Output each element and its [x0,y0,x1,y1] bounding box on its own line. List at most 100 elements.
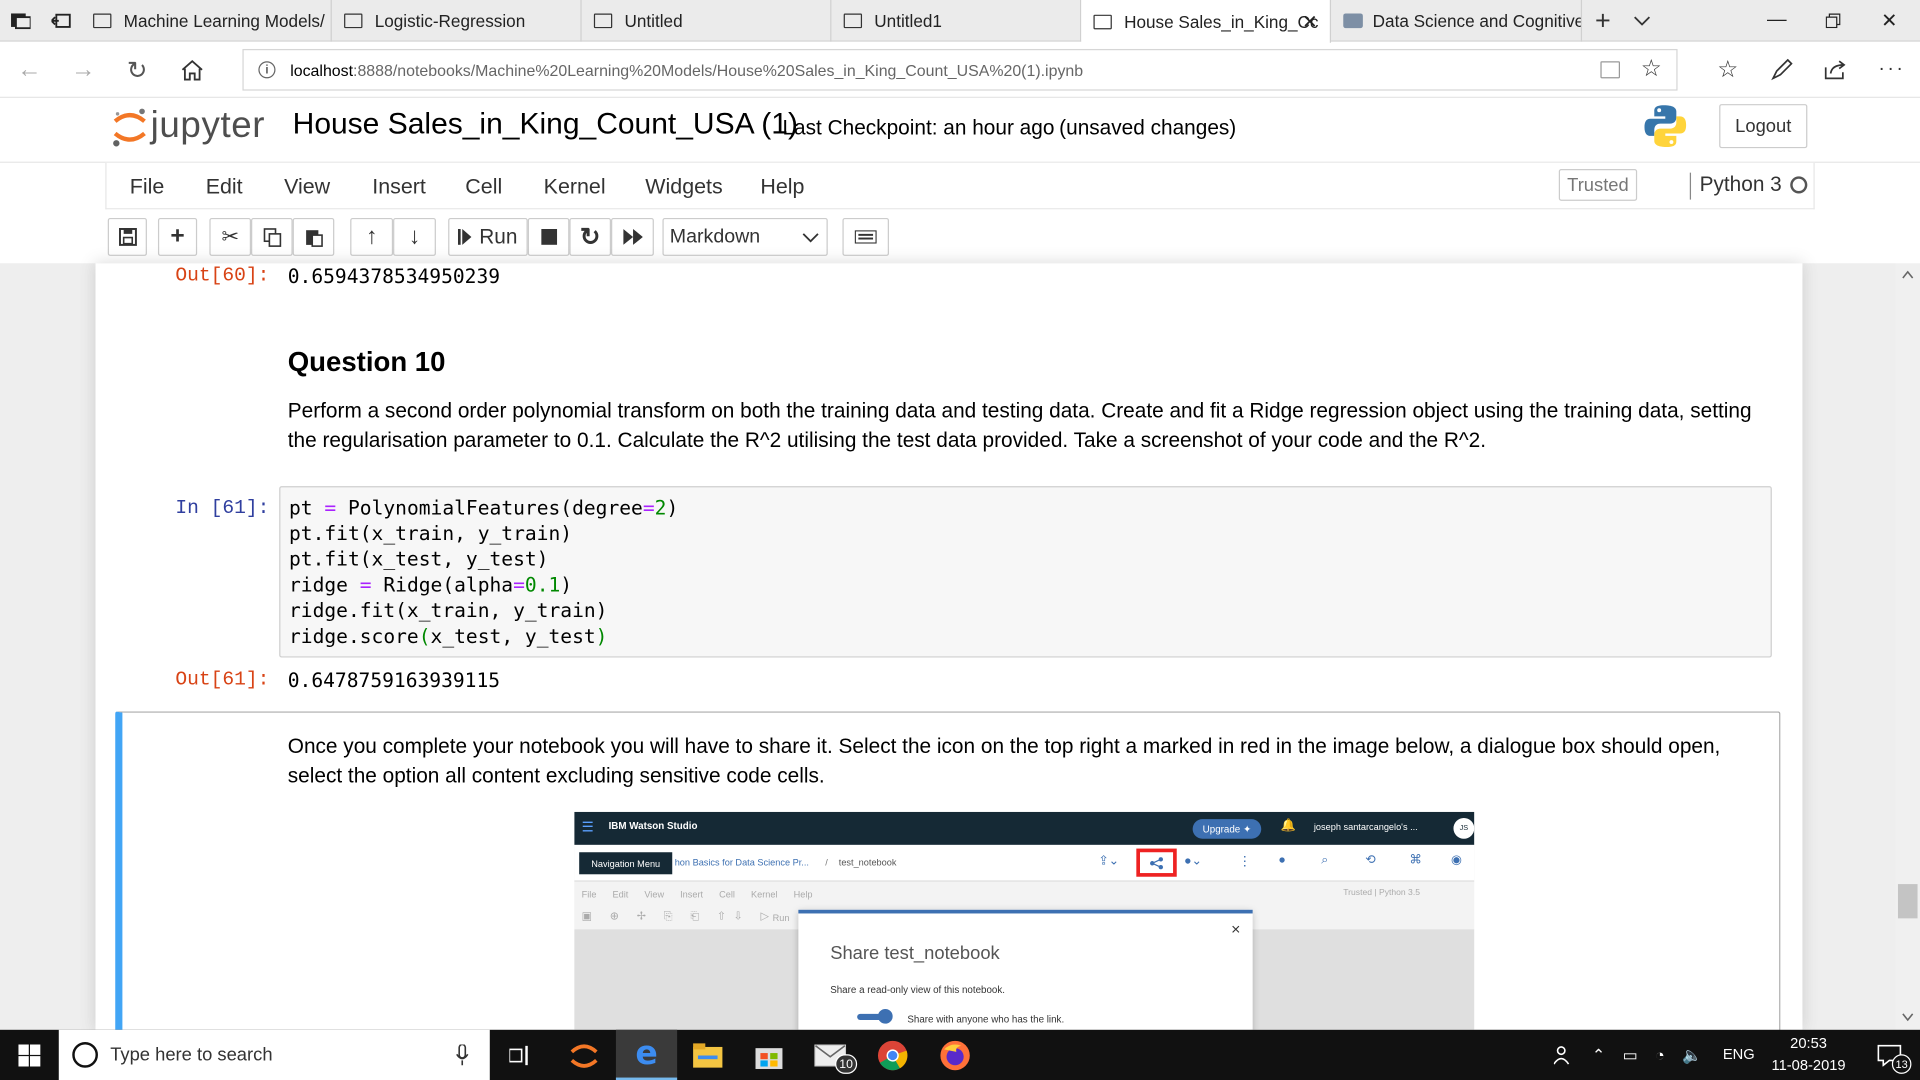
trusted-indicator[interactable]: Trusted [1558,168,1638,201]
taskbar-search-box[interactable]: Type here to search [58,1029,490,1080]
share-dialog: × Share test_notebook Share a read-only … [798,909,1253,1030]
browser-tab-ml-models[interactable]: Machine Learning Models/ [81,0,332,42]
back-icon[interactable]: ← [5,43,54,97]
search-placeholder: Type here to search [110,1044,273,1066]
vertical-scrollbar[interactable] [1895,263,1920,1030]
paste-button[interactable] [292,217,335,256]
start-button[interactable] [0,1030,59,1080]
move-down-button[interactable]: ↓ [393,217,436,256]
browser-tab-untitled[interactable]: Untitled [582,0,832,42]
menu-insert[interactable]: Insert [372,163,426,210]
jupyter-logo[interactable]: jupyter [111,103,270,152]
interrupt-button[interactable] [527,217,570,256]
stop-icon [540,228,557,245]
close-tab-icon[interactable]: ✕ [1302,10,1317,33]
taskbar-edge[interactable]: e [615,1029,678,1080]
menu-cell[interactable]: Cell [465,163,502,210]
code-line: ridge.fit(x_train, y_train) [288,598,608,623]
close-window-icon[interactable]: ✕ [1861,0,1917,42]
system-tray-icons[interactable]: ⌃ ▭ ◔ 🔈 [1592,1030,1702,1080]
forward-icon[interactable]: → [59,43,108,97]
language-indicator[interactable]: ENG [1723,1046,1755,1063]
browser-tab-house-sales[interactable]: House Sales_in_King_Cc ✕ [1081,0,1332,43]
taskbar-store[interactable] [738,1030,799,1080]
version-icon: ⟲ [1365,853,1376,867]
task-view-icon [509,1045,528,1065]
kernel-name[interactable]: Python 3 [1700,173,1782,197]
insert-cell-button[interactable]: + [157,217,198,256]
info-icon: ● [1278,853,1286,867]
tab-actions-icon[interactable] [0,0,42,42]
chevron-up-icon[interactable]: ⌃ [1592,1045,1605,1065]
restore-icon[interactable] [1805,0,1861,42]
clock-time[interactable]: 20:53 [1772,1035,1845,1052]
pen-icon[interactable] [1757,43,1806,97]
logout-button[interactable]: Logout [1719,104,1808,149]
minimize-icon[interactable]: — [1749,0,1805,42]
browser-tab-data-science[interactable]: Data Science and Cognitive [1331,0,1583,42]
menu-file[interactable]: File [130,163,165,210]
notebook-title[interactable]: House Sales_in_King_Count_USA (1) [293,108,798,142]
menu-edit[interactable]: Edit [206,163,243,210]
url-field[interactable]: i localhost:8888/notebooks/Machine%20Lea… [242,48,1678,91]
chevron-down-icon[interactable] [1626,0,1658,42]
code-line: pt.fit(x_train, y_train) [288,521,573,545]
home-icon[interactable] [168,43,217,97]
breadcrumb-project: hon Basics for Data Science Pr... [674,857,809,869]
code-cell-editor[interactable]: pt = PolynomialFeatures(degree=2) pt.fit… [279,486,1772,658]
jupyter-toolbar: + ✂ ↑ ↓ Run ↻ Markdown [105,209,1815,264]
watson-user: joseph santarcangelo's ... [1313,821,1418,833]
grid-icon: ⌘ [1409,853,1422,867]
scrollbar-thumb[interactable] [1897,884,1918,919]
tab-preview-icon[interactable] [42,0,81,42]
menu-help[interactable]: Help [760,163,804,210]
menu-widgets[interactable]: Widgets [645,163,722,210]
action-center-button[interactable]: 13 [1859,1030,1920,1080]
restart-run-all-button[interactable] [611,217,654,256]
tab-title: Machine Learning Models/ [123,11,325,31]
fast-forward-icon [622,228,643,245]
cortana-icon [72,1042,98,1068]
page-icon [843,13,863,29]
save-button[interactable] [107,217,147,256]
reading-view-icon[interactable] [1600,61,1621,79]
breadcrumb-notebook: test_notebook [838,857,897,869]
taskbar-mail[interactable]: 10 [800,1030,861,1080]
move-up-button[interactable]: ↑ [350,217,394,256]
share-icon-highlight [1136,848,1177,877]
restart-button[interactable]: ↻ [569,217,612,256]
menu-kernel[interactable]: Kernel [544,163,606,210]
browser-tab-logistic-regression[interactable]: Logistic-Regression [332,0,582,42]
info-icon[interactable]: i [258,61,276,79]
new-tab-icon[interactable]: + [1587,0,1619,42]
command-palette-button[interactable] [842,217,889,256]
microphone-icon[interactable] [456,1044,469,1066]
favorites-icon[interactable]: ☆ [1703,43,1752,97]
scroll-up-icon[interactable] [1902,270,1914,280]
people-icon[interactable] [1545,1030,1584,1080]
taskbar-jupyter[interactable] [553,1030,614,1080]
taskbar-chrome[interactable] [862,1030,923,1080]
copy-icon [263,227,281,247]
code-line: ridge.score(x_test, y_test) [288,624,608,648]
upload-icon: ⇪⌄ [1098,854,1119,869]
cut-button[interactable]: ✂ [209,217,252,256]
more-icon[interactable]: ··· [1867,43,1916,97]
share-icon[interactable] [1811,43,1860,97]
refresh-icon[interactable]: ↻ [113,43,162,97]
run-button[interactable]: Run [448,217,528,256]
copy-button[interactable] [251,217,293,256]
cell-type-select[interactable]: Markdown [662,217,828,256]
menu-view[interactable]: View [284,163,330,210]
task-view-button[interactable] [490,1030,551,1080]
favorite-star-icon[interactable]: ☆ [1641,55,1662,83]
tab-title: House Sales_in_King_Cc [1124,11,1319,32]
taskbar-file-explorer[interactable] [677,1030,738,1080]
browser-tab-untitled1[interactable]: Untitled1 [831,0,1082,42]
share-screenshot-image: ☰ IBM Watson Studio Upgrade ✦ 🔔 joseph s… [574,811,1475,1030]
clock-date[interactable]: 11-08-2019 [1767,1057,1850,1074]
keyboard-icon [854,230,877,244]
toggle-label: Share with anyone who has the link. [907,1013,1065,1025]
scroll-down-icon[interactable] [1902,1013,1914,1022]
taskbar-firefox[interactable] [924,1030,985,1080]
